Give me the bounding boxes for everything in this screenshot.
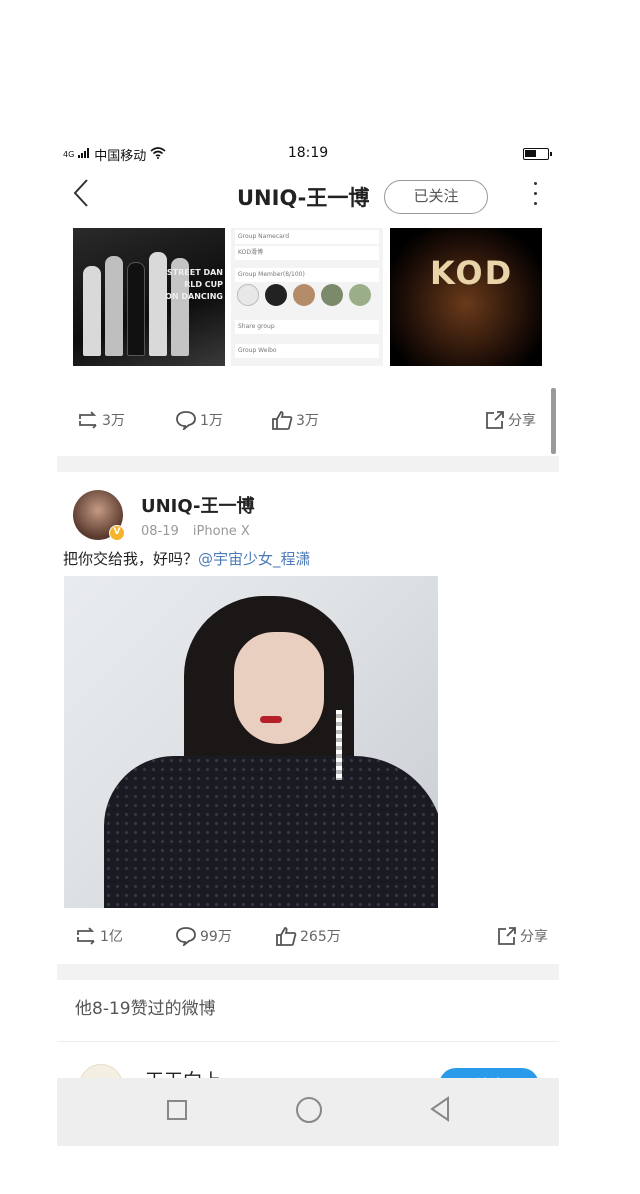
- repost-count: 3万: [102, 413, 125, 429]
- repost-count: 1亿: [100, 929, 123, 945]
- comment-icon: [175, 926, 197, 946]
- battery-icon: [523, 148, 552, 160]
- share-icon: [485, 410, 505, 430]
- phone-screen: 4G 中国移动 18:19 UNIQ-王一博 已关注 STREET DAN RL…: [57, 140, 559, 1146]
- repost-button[interactable]: 1亿: [75, 916, 123, 956]
- post-card: V UNIQ-王一博 08-19 iPhone X 把你交给我，好吗？@宇宙少女…: [57, 472, 559, 964]
- share-label: 分享: [508, 413, 536, 429]
- comment-count: 99万: [200, 929, 232, 945]
- post-actions: 1亿 99万 265万 分享: [57, 916, 559, 956]
- comment-button[interactable]: 99万: [175, 916, 232, 956]
- followed-button[interactable]: 已关注: [384, 180, 488, 214]
- status-bar: 4G 中国移动 18:19: [57, 140, 559, 168]
- post-body: 把你交给我，好吗？: [63, 550, 199, 568]
- post-device: iPhone X: [192, 524, 250, 539]
- post-image-dancers[interactable]: STREET DAN RLD CUP ON DANCING: [73, 228, 225, 366]
- back-nav-icon[interactable]: [429, 1096, 451, 1126]
- share-button[interactable]: 分享: [497, 916, 548, 956]
- page-title: UNIQ-王一博: [237, 186, 370, 210]
- post-date: 08-19: [141, 524, 179, 539]
- post-image-kod-poster[interactable]: KOD: [390, 228, 542, 366]
- mention-link[interactable]: @宇宙少女_程潇: [198, 550, 311, 568]
- clock: 18:19: [287, 145, 329, 161]
- recent-apps-icon[interactable]: [167, 1100, 187, 1120]
- back-icon[interactable]: [71, 176, 91, 219]
- top-nav: UNIQ-王一博 已关注: [57, 168, 559, 226]
- thumbs-up-icon: [271, 410, 293, 430]
- system-nav-bar: [57, 1078, 559, 1146]
- post-image-group-screen[interactable]: Group Namecard KOD滑博 Group Member(8/100)…: [231, 228, 383, 366]
- share-button[interactable]: 分享: [485, 400, 536, 440]
- group-row: Group Weibo: [235, 344, 379, 358]
- post-meta: 08-19 iPhone X: [141, 524, 260, 539]
- like-button[interactable]: 3万: [271, 400, 319, 440]
- repost-button[interactable]: 3万: [77, 400, 125, 440]
- post-username[interactable]: UNIQ-王一博: [141, 492, 254, 518]
- share-label: 分享: [520, 929, 548, 945]
- group-row: Share group: [235, 320, 379, 334]
- kod-text: KOD: [430, 254, 514, 292]
- like-count: 265万: [300, 929, 341, 945]
- group-row: KOD滑博: [235, 246, 379, 260]
- like-button[interactable]: 265万: [275, 916, 341, 956]
- liked-section-title: 他8-19赞过的微博: [57, 980, 559, 1042]
- home-icon[interactable]: [296, 1097, 322, 1123]
- comment-count: 1万: [200, 413, 223, 429]
- post-actions: 3万 1万 3万 分享: [57, 400, 559, 440]
- group-row: Group Member(8/100): [235, 268, 379, 282]
- post-photo[interactable]: [64, 576, 438, 908]
- group-row: Group Namecard: [235, 230, 379, 244]
- comment-button[interactable]: 1万: [175, 400, 223, 440]
- post-text: 把你交给我，好吗？@宇宙少女_程潇: [63, 548, 311, 569]
- repost-icon: [77, 411, 99, 429]
- repost-icon: [75, 927, 97, 945]
- thumbs-up-icon: [275, 926, 297, 946]
- more-options-icon[interactable]: [527, 178, 543, 214]
- like-count: 3万: [296, 413, 319, 429]
- comment-icon: [175, 410, 197, 430]
- verified-badge-icon: V: [109, 525, 125, 541]
- scrollbar[interactable]: [551, 388, 556, 454]
- list-item[interactable]: 天天向上 关注: [57, 1042, 559, 1082]
- share-icon: [497, 926, 517, 946]
- post-card: STREET DAN RLD CUP ON DANCING Group Name…: [57, 226, 559, 456]
